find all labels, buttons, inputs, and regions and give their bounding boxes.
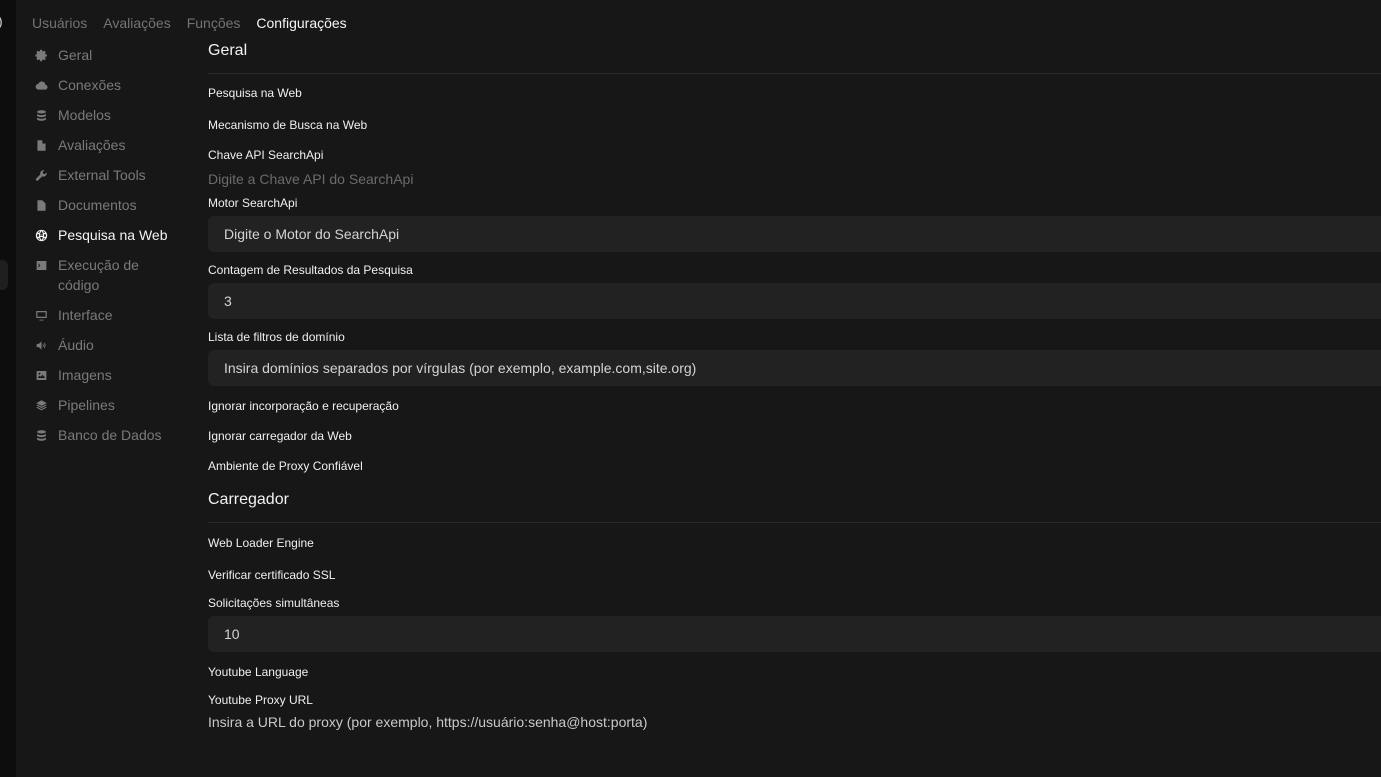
sidebar-item-label: Pesquisa na Web bbox=[58, 227, 168, 243]
searchapi-key-input[interactable]: Digite a Chave API do SearchApi bbox=[208, 170, 1381, 188]
youtube-proxy-input[interactable]: Insira a URL do proxy (por exemplo, http… bbox=[208, 713, 1381, 731]
sidebar-item-conexoes[interactable]: Conexões bbox=[32, 70, 182, 100]
tab-configuracoes[interactable]: Configurações bbox=[256, 15, 346, 31]
sidebar-item-label: Documentos bbox=[58, 197, 137, 213]
verify-ssl-label: Verificar certificado SSL bbox=[208, 568, 336, 582]
section-divider bbox=[208, 73, 1381, 74]
section-title-geral: Geral bbox=[208, 42, 248, 59]
concurrent-requests-label: Solicitações simultâneas bbox=[208, 596, 340, 610]
gear-icon bbox=[34, 45, 48, 65]
section-divider bbox=[208, 522, 1381, 523]
database-icon bbox=[34, 105, 48, 125]
sidebar-item-modelos[interactable]: Modelos bbox=[32, 100, 182, 130]
monitor-icon bbox=[34, 305, 48, 325]
sidebar-item-audio[interactable]: Áudio bbox=[32, 330, 182, 360]
speaker-icon bbox=[34, 335, 48, 355]
searchapi-engine-input[interactable]: Digite o Motor do SearchApi bbox=[208, 216, 1381, 252]
terminal-icon bbox=[34, 255, 48, 275]
sidebar-item-pipelines[interactable]: Pipelines bbox=[32, 390, 182, 420]
sidebar-item-interface[interactable]: Interface bbox=[32, 300, 182, 330]
youtube-proxy-label: Youtube Proxy URL bbox=[208, 693, 313, 707]
settings-sidebar: Geral Conexões Modelos Avaliações Extern… bbox=[32, 40, 182, 450]
section-title-carregador: Carregador bbox=[208, 491, 289, 508]
sidebar-item-label: External Tools bbox=[58, 167, 146, 183]
globe-icon bbox=[34, 225, 48, 245]
sidebar-item-banco-de-dados[interactable]: Banco de Dados bbox=[32, 420, 182, 450]
image-icon bbox=[34, 365, 48, 385]
app-rail: ) bbox=[0, 0, 16, 777]
searchapi-key-label: Chave API SearchApi bbox=[208, 148, 324, 162]
searchapi-engine-label: Motor SearchApi bbox=[208, 196, 298, 210]
tab-funcoes[interactable]: Funções bbox=[187, 15, 241, 31]
concurrent-requests-input[interactable]: 10 bbox=[208, 616, 1381, 652]
sidebar-item-imagens[interactable]: Imagens bbox=[32, 360, 182, 390]
sidebar-item-label: Geral bbox=[58, 47, 93, 63]
sidebar-item-label: Execução de código bbox=[58, 257, 139, 293]
sidebar-item-label: Avaliações bbox=[58, 137, 126, 153]
sidebar-item-avaliacoes[interactable]: Avaliações bbox=[32, 130, 182, 160]
bypass-embedding-label: Ignorar incorporação e recuperação bbox=[208, 399, 399, 413]
search-engine-label: Mecanismo de Busca na Web bbox=[208, 118, 368, 132]
tab-usuarios[interactable]: Usuários bbox=[32, 15, 87, 31]
trust-proxy-label: Ambiente de Proxy Confiável bbox=[208, 459, 363, 473]
tab-avaliacoes[interactable]: Avaliações bbox=[103, 15, 170, 31]
bypass-loader-label: Ignorar carregador da Web bbox=[208, 429, 352, 443]
domain-filter-input[interactable]: Insira domínios separados por vírgulas (… bbox=[208, 350, 1381, 386]
youtube-language-label: Youtube Language bbox=[208, 665, 309, 679]
sidebar-item-documentos[interactable]: Documentos bbox=[32, 190, 182, 220]
cloud-icon bbox=[34, 75, 48, 95]
rail-edge-glyph: ) bbox=[0, 13, 3, 29]
sidebar-item-label: Modelos bbox=[58, 107, 111, 123]
sidebar-item-geral[interactable]: Geral bbox=[32, 40, 182, 70]
result-count-input[interactable]: 3 bbox=[208, 283, 1381, 319]
sidebar-item-label: Imagens bbox=[58, 367, 112, 383]
sidebar-item-external-tools[interactable]: External Tools bbox=[32, 160, 182, 190]
sidebar-item-label: Banco de Dados bbox=[58, 427, 162, 443]
sidebar-item-execucao-de-codigo[interactable]: Execução de código bbox=[32, 250, 182, 300]
settings-main: Geral Pesquisa na Web Mecanismo de Busca… bbox=[208, 40, 1381, 731]
layers-icon bbox=[34, 395, 48, 415]
sidebar-item-label: Conexões bbox=[58, 77, 122, 93]
document-icon bbox=[34, 135, 48, 155]
sidebar-item-label: Áudio bbox=[58, 337, 94, 353]
wrench-icon bbox=[34, 165, 48, 185]
rail-active-indicator bbox=[0, 260, 8, 290]
domain-filter-label: Lista de filtros de domínio bbox=[208, 330, 345, 344]
sidebar-item-pesquisa-na-web[interactable]: Pesquisa na Web bbox=[32, 220, 182, 250]
sidebar-item-label: Pipelines bbox=[58, 397, 115, 413]
web-loader-engine-label: Web Loader Engine bbox=[208, 536, 314, 550]
document-text-icon bbox=[34, 195, 48, 215]
web-search-label: Pesquisa na Web bbox=[208, 86, 302, 100]
admin-tabs: Usuários Avaliações Funções Configuraçõe… bbox=[32, 14, 347, 32]
sidebar-item-label: Interface bbox=[58, 307, 113, 323]
result-count-label: Contagem de Resultados da Pesquisa bbox=[208, 263, 413, 277]
database-icon bbox=[34, 425, 48, 445]
